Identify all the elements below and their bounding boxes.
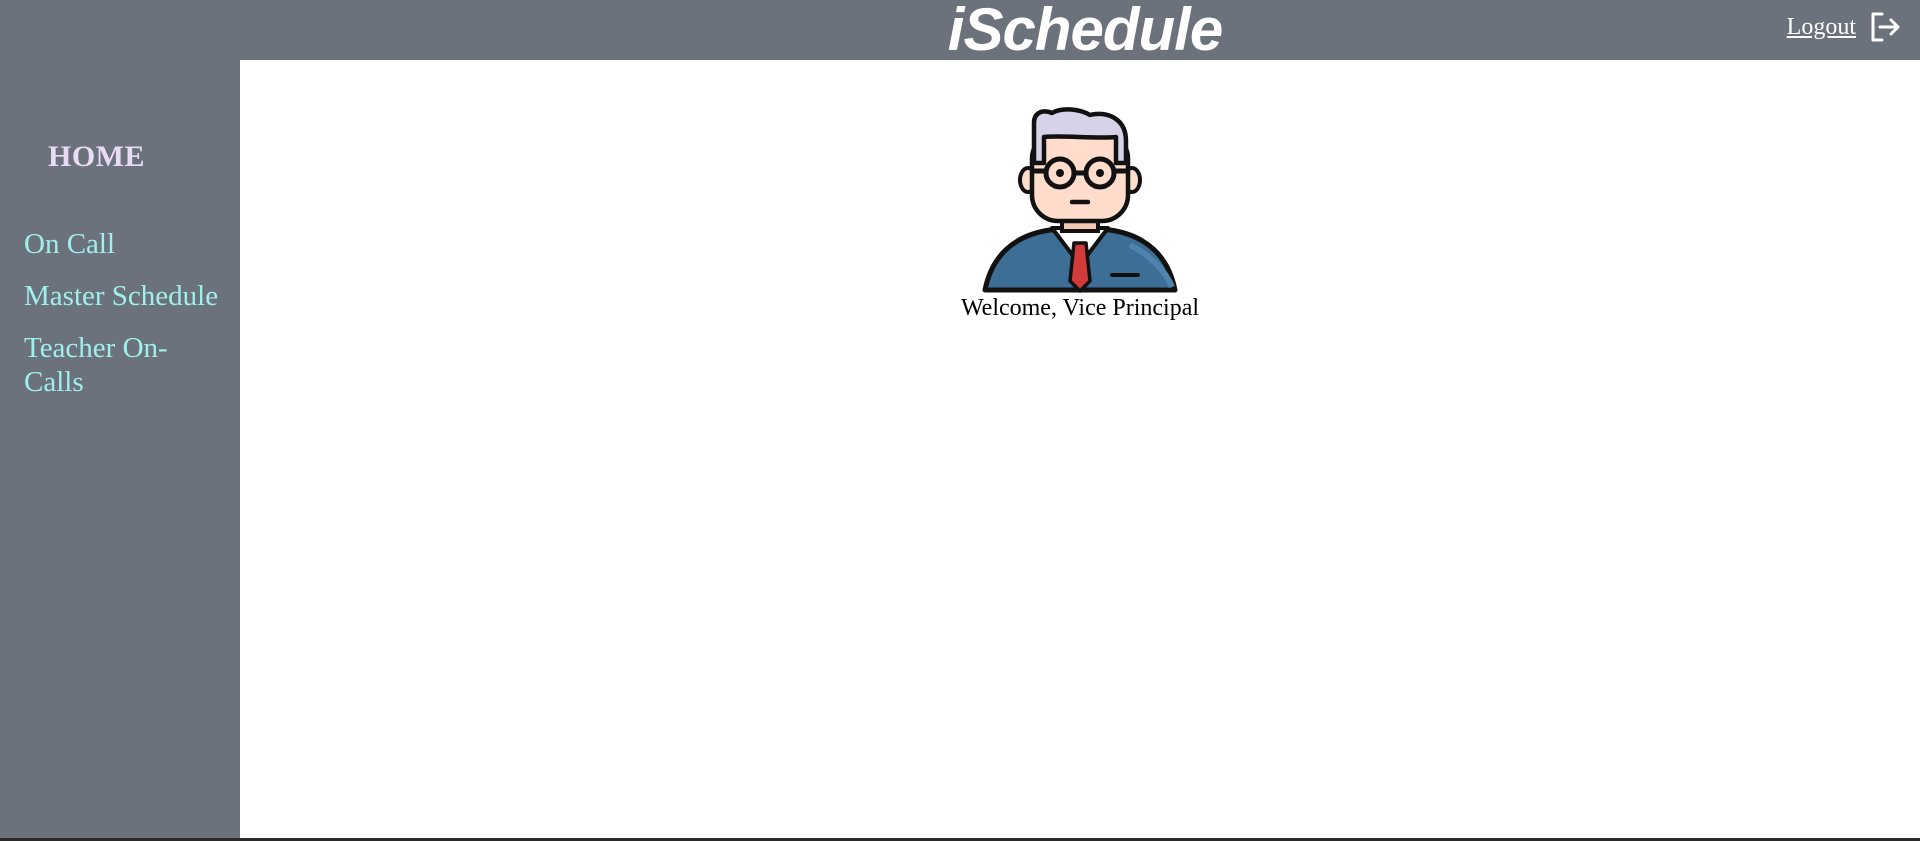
sidebar-home-link[interactable]: HOME [48,140,145,174]
vice-principal-avatar-icon [980,105,1180,295]
sidebar-item-teacher-on-calls[interactable]: Teacher On-Calls [24,331,184,399]
top-bar: iSchedule Logout [0,0,1920,60]
app-title: iSchedule [947,0,1223,63]
sidebar-nav: On Call Master Schedule Teacher On-Calls [24,227,234,417]
sidebar-item-master-schedule[interactable]: Master Schedule [24,279,234,313]
logout-button[interactable]: Logout [1787,10,1902,44]
welcome-message: Welcome, Vice Principal [960,295,1200,321]
logout-label[interactable]: Logout [1787,14,1856,41]
sidebar-item-on-call[interactable]: On Call [24,227,234,261]
sidebar: HOME On Call Master Schedule Teacher On-… [0,60,240,838]
logout-icon[interactable] [1868,10,1902,44]
